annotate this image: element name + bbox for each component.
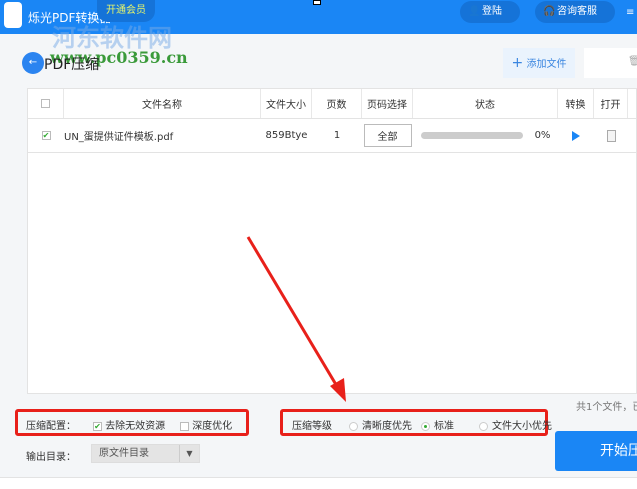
red-arrow-annotation	[246, 236, 346, 402]
arrow-head	[330, 378, 346, 402]
arrow-shaft	[246, 236, 340, 389]
